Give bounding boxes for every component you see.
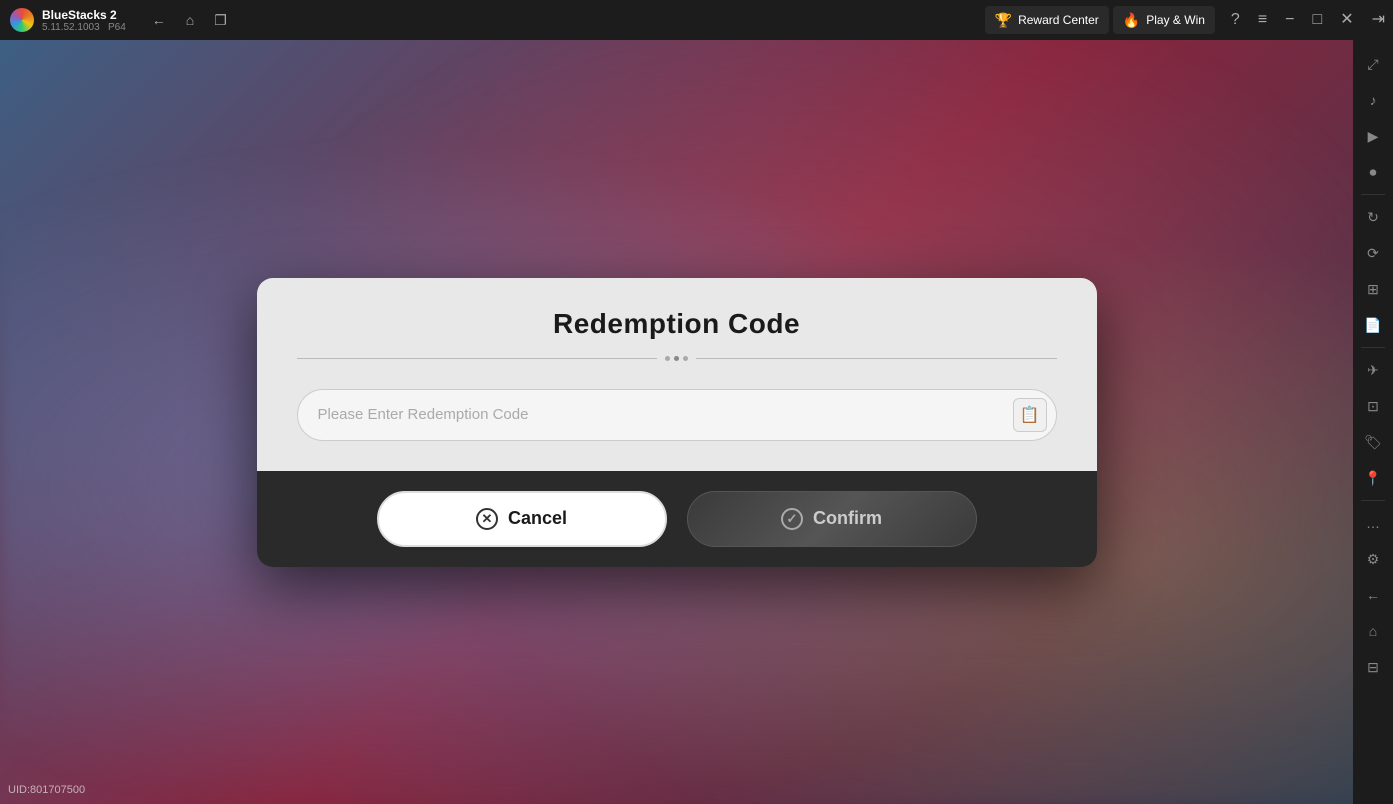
- refresh-sidebar-icon[interactable]: ⟳: [1357, 237, 1389, 269]
- home-sidebar-icon[interactable]: ⌂: [1357, 615, 1389, 647]
- video-sidebar-icon[interactable]: ▶: [1357, 120, 1389, 152]
- right-sidebar: ⤢ ♪ ▶ ⏺ ↻ ⟳ ⊞ 📄 ✈ ⊡ 🏷 📍 … ⚙ ← ⌂ ⊟: [1353, 40, 1393, 804]
- input-wrapper: 📋: [297, 389, 1057, 441]
- menu-button[interactable]: ≡: [1250, 8, 1275, 32]
- divider-line-left: [297, 358, 658, 359]
- reward-center-button[interactable]: 🏆 Reward Center: [985, 6, 1109, 34]
- restore-button[interactable]: □: [1305, 8, 1331, 32]
- divider-dot-1: [665, 356, 670, 361]
- home-nav-button[interactable]: ⌂: [180, 8, 200, 32]
- sidebar-divider-1: [1361, 194, 1385, 195]
- rotate-sidebar-icon[interactable]: ↻: [1357, 201, 1389, 233]
- expand-button[interactable]: ⇥: [1364, 8, 1393, 32]
- location-sidebar-icon[interactable]: 📍: [1357, 462, 1389, 494]
- divider-dot-2: [674, 356, 679, 361]
- back-nav-button[interactable]: ←: [146, 8, 172, 32]
- more-sidebar-icon[interactable]: …: [1357, 507, 1389, 539]
- record-sidebar-icon[interactable]: ⏺: [1357, 156, 1389, 188]
- dialog-bottom: ✕ Cancel ✓ Confirm: [257, 471, 1097, 567]
- topbar-actions: 🏆 Reward Center 🔥 Play & Win: [985, 6, 1223, 34]
- confirm-icon: ✓: [781, 508, 803, 530]
- divider-dots: [665, 356, 688, 361]
- plane-sidebar-icon[interactable]: ✈: [1357, 354, 1389, 386]
- app-name: BlueStacks 2: [42, 8, 126, 22]
- paste-icon: 📋: [1020, 405, 1040, 425]
- sidebar-divider-2: [1361, 347, 1385, 348]
- settings-sidebar-icon[interactable]: ⚙: [1357, 543, 1389, 575]
- dialog-overlay: Redemption Code 📋 ✕ Cancel: [0, 40, 1353, 804]
- back-sidebar-icon[interactable]: ←: [1357, 579, 1389, 611]
- window-controls: ? ≡ − □ ✕ ⇥: [1223, 8, 1393, 32]
- close-button[interactable]: ✕: [1332, 8, 1361, 32]
- pages-sidebar-icon[interactable]: ⊟: [1357, 651, 1389, 683]
- divider-dot-3: [683, 356, 688, 361]
- dialog-title: Redemption Code: [297, 308, 1057, 340]
- layers-sidebar-icon[interactable]: ⊞: [1357, 273, 1389, 305]
- logo-icon: [10, 8, 34, 32]
- sidebar-divider-3: [1361, 500, 1385, 501]
- confirm-button[interactable]: ✓ Confirm: [687, 491, 977, 547]
- paste-button[interactable]: 📋: [1013, 398, 1047, 432]
- cancel-button[interactable]: ✕ Cancel: [377, 491, 667, 547]
- topbar: BlueStacks 2 5.11.52.1003 P64 ← ⌂ ❐ 🏆 Re…: [0, 0, 1393, 40]
- confirm-label: Confirm: [813, 508, 882, 529]
- dialog-divider: [297, 356, 1057, 361]
- tag-sidebar-icon[interactable]: 🏷: [1357, 426, 1389, 458]
- play-win-button[interactable]: 🔥 Play & Win: [1113, 6, 1215, 34]
- compress-sidebar-icon[interactable]: ⊡: [1357, 390, 1389, 422]
- redemption-dialog: Redemption Code 📋 ✕ Cancel: [257, 278, 1097, 567]
- divider-line-right: [696, 358, 1057, 359]
- minimize-button[interactable]: −: [1277, 8, 1302, 32]
- cancel-label: Cancel: [508, 508, 567, 529]
- help-button[interactable]: ?: [1223, 8, 1248, 32]
- volume-sidebar-icon[interactable]: ♪: [1357, 84, 1389, 116]
- expand-sidebar-icon[interactable]: ⤢: [1357, 48, 1389, 80]
- app-logo: BlueStacks 2 5.11.52.1003 P64: [0, 8, 136, 33]
- dialog-top: Redemption Code 📋: [257, 278, 1097, 471]
- app-version: 5.11.52.1003 P64: [42, 22, 126, 33]
- topbar-nav: ← ⌂ ❐: [136, 8, 233, 33]
- docs-sidebar-icon[interactable]: 📄: [1357, 309, 1389, 341]
- cancel-icon: ✕: [476, 508, 498, 530]
- redemption-code-input[interactable]: [297, 389, 1057, 441]
- copy-nav-button[interactable]: ❐: [208, 8, 233, 33]
